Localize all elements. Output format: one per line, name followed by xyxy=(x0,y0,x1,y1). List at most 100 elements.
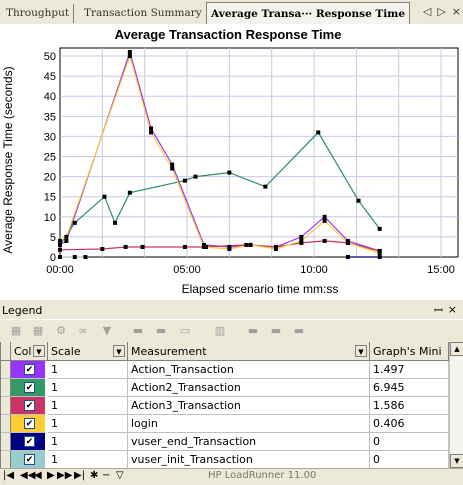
graph-min-cell[interactable]: 0.406 xyxy=(370,415,449,433)
row-header[interactable] xyxy=(1,451,11,468)
data-point xyxy=(377,250,382,255)
series-color-swatch[interactable]: ✔ xyxy=(11,433,45,451)
series-color-swatch[interactable]: ✔ xyxy=(11,361,45,379)
prev-record-icon[interactable]: ◀ xyxy=(34,470,42,481)
table-row[interactable]: ✔ 1 vuser_init_Transaction 0 xyxy=(1,451,449,468)
chart-icon[interactable]: ▬ xyxy=(130,323,146,338)
scale-cell[interactable]: 1 xyxy=(48,397,128,415)
first-record-icon[interactable]: |◀ xyxy=(3,470,14,481)
table-row[interactable]: ✔ 1 Action2_Transaction 6.945 xyxy=(1,379,449,397)
tab-navigation: ◁ ▷ × xyxy=(423,5,461,21)
pin-icon[interactable]: ꟷ xyxy=(434,303,443,318)
tab-prev-icon[interactable]: ◁ xyxy=(423,5,431,21)
scale-cell[interactable]: 1 xyxy=(48,433,128,451)
column-header-scale[interactable]: Scale ▼ xyxy=(48,342,128,361)
chart-icon-2[interactable]: ▬ xyxy=(153,323,169,338)
x-tick-label: 00:00 xyxy=(46,264,74,276)
visibility-checkbox[interactable]: ✔ xyxy=(24,436,35,447)
visibility-checkbox[interactable]: ✔ xyxy=(24,418,35,429)
chevron-down-icon[interactable]: ▼ xyxy=(33,345,45,357)
move-down-icon[interactable]: ▬ xyxy=(268,323,284,338)
insert-icon[interactable]: ✱ xyxy=(90,470,98,481)
table-row[interactable]: ✔ 1 Action3_Transaction 1.586 xyxy=(1,397,449,415)
measurement-cell[interactable]: vuser_init_Transaction xyxy=(128,451,370,468)
series-color-swatch[interactable]: ✔ xyxy=(11,415,45,433)
link-icon[interactable]: ∞ xyxy=(75,323,91,338)
scale-cell[interactable]: 1 xyxy=(48,379,128,397)
configure-icon[interactable]: ⚙ xyxy=(53,323,69,338)
measurement-cell[interactable]: login xyxy=(128,415,370,433)
series-color-swatch[interactable]: ✔ xyxy=(11,379,45,397)
data-point xyxy=(113,220,118,225)
chevron-down-icon[interactable]: ▼ xyxy=(113,345,125,357)
scroll-down-icon[interactable]: ▼ xyxy=(450,454,463,468)
scale-cell[interactable]: 1 xyxy=(48,361,128,379)
status-text: HP LoadRunner 11.00 xyxy=(208,470,317,481)
data-point xyxy=(127,190,132,195)
column-header-color[interactable]: Col ▼ xyxy=(11,342,48,361)
measurement-cell[interactable]: Action3_Transaction xyxy=(128,397,370,415)
data-point xyxy=(322,218,327,223)
remove-icon[interactable]: ▬ xyxy=(291,323,307,338)
columns-icon[interactable]: ▥ xyxy=(212,323,228,338)
tab-throughput[interactable]: Throughput xyxy=(2,4,75,23)
column-header-measurement[interactable]: Measurement ▼ xyxy=(128,342,370,361)
hide-all-icon[interactable]: ▦ xyxy=(30,323,46,338)
graph-min-cell[interactable]: 1.586 xyxy=(370,397,449,415)
close-icon[interactable]: × xyxy=(448,303,457,316)
x-axis-label: Elapsed scenario time mm:ss xyxy=(182,282,339,296)
legend-scrollbar[interactable]: ▲ ▼ xyxy=(449,342,463,468)
export-icon[interactable]: ▭ xyxy=(177,323,193,338)
row-header[interactable] xyxy=(1,415,11,433)
scale-cell[interactable]: 1 xyxy=(48,451,128,468)
tab-transaction-summary[interactable]: Transaction Summary xyxy=(80,4,207,23)
visibility-checkbox[interactable]: ✔ xyxy=(24,454,35,465)
data-point xyxy=(170,166,175,171)
measurement-cell[interactable]: vuser_end_Transaction xyxy=(128,433,370,451)
series-color-swatch[interactable]: ✔ xyxy=(11,451,45,468)
data-point xyxy=(170,162,175,167)
visibility-checkbox[interactable]: ✔ xyxy=(24,364,35,375)
filter-icon[interactable]: ▽ xyxy=(116,470,124,481)
row-header[interactable] xyxy=(1,361,11,379)
y-tick-label: 35 xyxy=(44,111,56,123)
data-point xyxy=(123,244,128,249)
data-point xyxy=(127,54,132,59)
visibility-checkbox[interactable]: ✔ xyxy=(24,382,35,393)
x-tick-label: 15:00 xyxy=(427,264,455,276)
column-header-graph-min[interactable]: Graph's Mini xyxy=(370,342,449,361)
row-header[interactable] xyxy=(1,379,11,397)
table-row[interactable]: ✔ 1 Action_Transaction 1.497 xyxy=(1,361,449,379)
row-header[interactable] xyxy=(1,433,11,451)
chevron-down-icon[interactable]: ▼ xyxy=(355,345,367,357)
data-point xyxy=(263,184,268,189)
graph-min-cell[interactable]: 1.497 xyxy=(370,361,449,379)
y-tick-label: 5 xyxy=(50,232,56,244)
graph-min-cell[interactable]: 6.945 xyxy=(370,379,449,397)
scale-cell[interactable]: 1 xyxy=(48,415,128,433)
measurement-cell[interactable]: Action2_Transaction xyxy=(128,379,370,397)
data-point xyxy=(100,246,105,251)
next-page-icon[interactable]: ▶▶ xyxy=(57,470,72,481)
visibility-checkbox[interactable]: ✔ xyxy=(24,400,35,411)
delete-icon[interactable]: − xyxy=(102,470,110,481)
series-color-swatch[interactable]: ✔ xyxy=(11,397,45,415)
tab-close-icon[interactable]: × xyxy=(452,5,461,21)
x-tick-label: 10:00 xyxy=(300,264,328,276)
data-point xyxy=(273,246,278,251)
move-up-icon[interactable]: ▬ xyxy=(245,323,261,338)
column-header-color-label: Col xyxy=(14,345,32,358)
last-record-icon[interactable]: ▶| xyxy=(74,470,85,481)
show-all-icon[interactable]: ▦ xyxy=(8,323,24,338)
tab-next-icon[interactable]: ▷ xyxy=(437,5,445,21)
tab-average-transaction-response-time[interactable]: Average Transa··· Response Time xyxy=(206,2,411,25)
table-row[interactable]: ✔ 1 login 0.406 xyxy=(1,415,449,433)
graph-min-cell[interactable]: 0 xyxy=(370,433,449,451)
scroll-up-icon[interactable]: ▲ xyxy=(450,342,463,356)
next-record-icon[interactable]: ▶ xyxy=(47,470,55,481)
measurement-cell[interactable]: Action_Transaction xyxy=(128,361,370,379)
row-header[interactable] xyxy=(1,397,11,415)
graph-min-cell[interactable]: 0 xyxy=(370,451,449,468)
filter-icon[interactable]: ▼ xyxy=(99,323,115,338)
table-row[interactable]: ✔ 1 vuser_end_Transaction 0 xyxy=(1,433,449,451)
